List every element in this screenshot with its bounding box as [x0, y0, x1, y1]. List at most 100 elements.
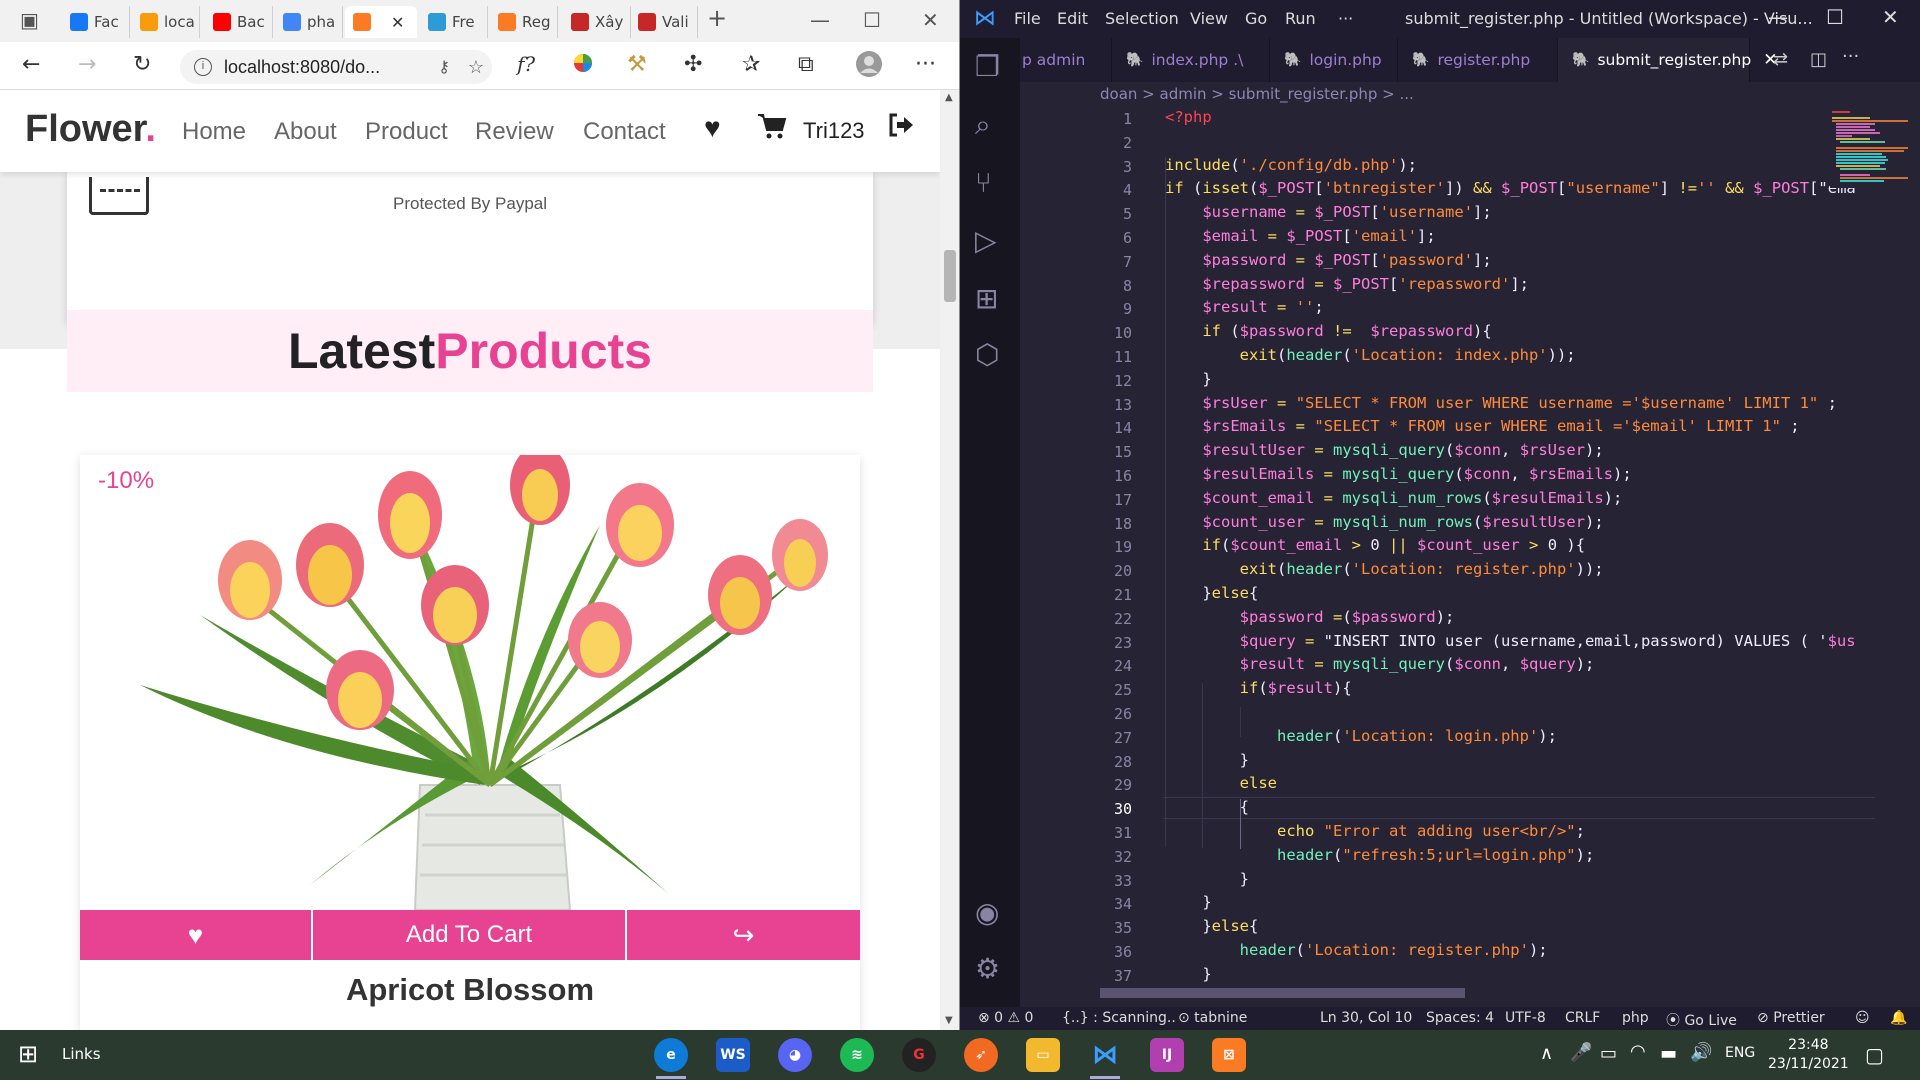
close-tab-icon[interactable]: ✕ [391, 13, 404, 32]
extensions-icon[interactable]: ✣ [684, 52, 702, 77]
code-line[interactable]: $query = "INSERT INTO user (username,ema… [1165, 632, 1856, 650]
system-clock[interactable]: 23:48 23/11/2021 [1768, 1036, 1849, 1074]
explorer-icon[interactable]: ❐ [975, 50, 1000, 83]
menu-edit[interactable]: Edit [1057, 9, 1088, 28]
remote-explorer-icon[interactable]: ⬡ [975, 338, 999, 371]
code-line[interactable]: $count_email = mysqli_num_rows($resulEma… [1165, 489, 1622, 507]
menu-run[interactable]: Run [1285, 9, 1316, 28]
intellij-app-icon[interactable]: IJ [1150, 1038, 1184, 1072]
page-scrollbar[interactable]: ▲ ▼ [940, 90, 959, 1030]
feedback-icon[interactable]: ☺ [1855, 1010, 1870, 1026]
windows-start-icon[interactable]: ⊞ [18, 1040, 38, 1068]
garena-app-icon[interactable]: G [902, 1038, 936, 1072]
code-line[interactable]: $username = $_POST['username']; [1165, 203, 1491, 221]
menu-selection[interactable]: Selection [1105, 9, 1179, 28]
nav-product[interactable]: Product [365, 118, 448, 146]
code-line[interactable]: $result = ''; [1165, 298, 1323, 316]
wifi-icon[interactable]: ◠ [1630, 1041, 1646, 1062]
add-favorite-icon[interactable]: ☆ [468, 57, 484, 78]
more-menu-icon[interactable]: ··· [915, 52, 936, 77]
xampp-app-icon[interactable]: ⊠ [1212, 1038, 1246, 1072]
spotify-app-icon[interactable]: ≋ [840, 1038, 874, 1072]
horizontal-scrollbar[interactable] [1100, 988, 1465, 998]
refresh-icon[interactable]: ↻ [133, 52, 151, 77]
code-line[interactable]: echo "Error at adding user<br/>"; [1165, 822, 1585, 840]
code-line[interactable]: if($result){ [1165, 679, 1352, 697]
code-line[interactable]: $email = $_POST['email']; [1165, 227, 1435, 245]
address-bar[interactable]: i localhost:8080/do... ⚷ ☆ [180, 50, 492, 84]
tab-index-php[interactable]: 🐘 index.php .\ [1112, 38, 1270, 82]
cursor-position[interactable]: Ln 30, Col 10 [1320, 1010, 1412, 1026]
wishlist-button[interactable]: ♥ [80, 910, 313, 960]
language-indicator[interactable]: ENG [1725, 1045, 1755, 1061]
code-line[interactable]: $count_user = mysqli_num_rows($resultUse… [1165, 513, 1603, 531]
logout-icon[interactable] [887, 112, 915, 145]
profile-avatar[interactable] [855, 50, 883, 84]
problems-indicator[interactable]: ⊗ 0 ⚠ 0 [978, 1010, 1033, 1026]
menu-file[interactable]: File [1014, 9, 1041, 28]
share-button[interactable]: ↪ [627, 910, 860, 960]
menu-view[interactable]: View [1190, 9, 1228, 28]
nav-contact[interactable]: Contact [583, 118, 666, 146]
code-line[interactable]: $rsUser = "SELECT * FROM user WHERE user… [1165, 394, 1837, 412]
code-line[interactable]: exit(header('Location: index.php')); [1165, 346, 1576, 364]
file-explorer-app-icon[interactable]: ▭ [1026, 1038, 1060, 1072]
code-line[interactable]: include('./config/db.php'); [1165, 156, 1417, 174]
webstorm-app-icon[interactable]: WS [716, 1038, 750, 1072]
color-picker-icon[interactable] [572, 52, 594, 80]
extensions-icon[interactable]: ⊞ [975, 282, 998, 315]
search-icon[interactable]: ⌕ [975, 108, 991, 142]
nav-home[interactable]: Home [182, 118, 246, 146]
account-icon[interactable]: ◉ [975, 896, 999, 929]
prettier-status[interactable]: ⊘ Prettier [1757, 1010, 1825, 1026]
browser-tab[interactable]: Reg [490, 6, 558, 38]
browser-tab[interactable]: loca [132, 6, 200, 38]
maximize-icon[interactable]: ☐ [863, 8, 881, 32]
run-debug-icon[interactable]: ▷ [975, 224, 997, 257]
show-hidden-icons[interactable]: ∧ [1540, 1043, 1553, 1064]
code-line[interactable]: $result = mysqli_query($conn, $query); [1165, 655, 1595, 673]
code-line[interactable]: } [1165, 751, 1249, 769]
code-line[interactable]: } [1165, 893, 1211, 911]
browser-tab[interactable]: ✕ [345, 6, 417, 38]
scroll-down-icon[interactable]: ▼ [945, 1015, 953, 1026]
browser-tab[interactable]: Xây [563, 6, 631, 38]
user-name[interactable]: Tri123 [803, 118, 865, 144]
code-line[interactable]: if($count_email > 0 || $count_user > 0 )… [1165, 536, 1585, 554]
font-ext-button[interactable]: f? [517, 52, 535, 76]
indentation[interactable]: Spaces: 4 [1426, 1010, 1494, 1026]
code-line[interactable]: } [1165, 870, 1249, 888]
battery-icon[interactable]: ▬ [1660, 1043, 1677, 1064]
code-line[interactable]: header("refresh:5;url=login.php"); [1165, 846, 1594, 864]
action-center-icon[interactable]: ▢ [1865, 1043, 1884, 1067]
collections-icon[interactable]: ⧉ [798, 52, 814, 77]
password-key-icon[interactable]: ⚷ [438, 57, 450, 77]
breadcrumb[interactable]: doan > admin > submit_register.php > ... [1020, 82, 1920, 108]
code-line[interactable]: $resulEmails = mysqli_query($conn, $rsEm… [1165, 465, 1631, 483]
tabnine-status[interactable]: ⊙ tabnine [1178, 1010, 1247, 1026]
code-line[interactable]: $resultUser = mysqli_query($conn, $rsUse… [1165, 441, 1603, 459]
split-editor-icon[interactable]: ◫ [1810, 49, 1827, 70]
hammer-ext-icon[interactable]: ⚒ [627, 52, 647, 77]
vscode-app-icon[interactable]: ⋈ [1088, 1038, 1122, 1072]
minimize-icon[interactable]: — [1768, 5, 1788, 29]
go-live-button[interactable]: ⦿ Go Live [1666, 1010, 1737, 1030]
code-line[interactable]: <?php [1165, 108, 1212, 126]
scanning-status[interactable]: {..} : Scanning.. [1062, 1010, 1176, 1026]
tab-submit-register-php[interactable]: 🐘 submit_register.php ✕ [1558, 38, 1777, 82]
code-line[interactable]: $rsEmails = "SELECT * FROM user WHERE em… [1165, 417, 1799, 435]
tab-login-php[interactable]: 🐘 login.php [1270, 38, 1398, 82]
browser-tab[interactable]: pha [275, 6, 343, 38]
discord-app-icon[interactable]: ◕ [778, 1038, 812, 1072]
close-window-icon[interactable]: ✕ [1882, 5, 1899, 29]
browser-tab[interactable]: Bac [205, 6, 273, 38]
volume-icon[interactable]: 🔊 [1690, 1042, 1712, 1063]
code-line[interactable]: else [1165, 774, 1277, 792]
browser-tab[interactable]: Fac [62, 6, 130, 38]
code-line[interactable]: }else{ [1165, 917, 1258, 935]
code-line[interactable]: $repassword = $_POST['repassword']; [1165, 275, 1529, 293]
browser-tab[interactable]: Vali [630, 6, 698, 38]
source-control-icon[interactable]: ⑂ [975, 166, 992, 199]
compare-icon[interactable]: ⇄ [1773, 49, 1788, 70]
microphone-icon[interactable]: 🎤 [1570, 1042, 1592, 1063]
